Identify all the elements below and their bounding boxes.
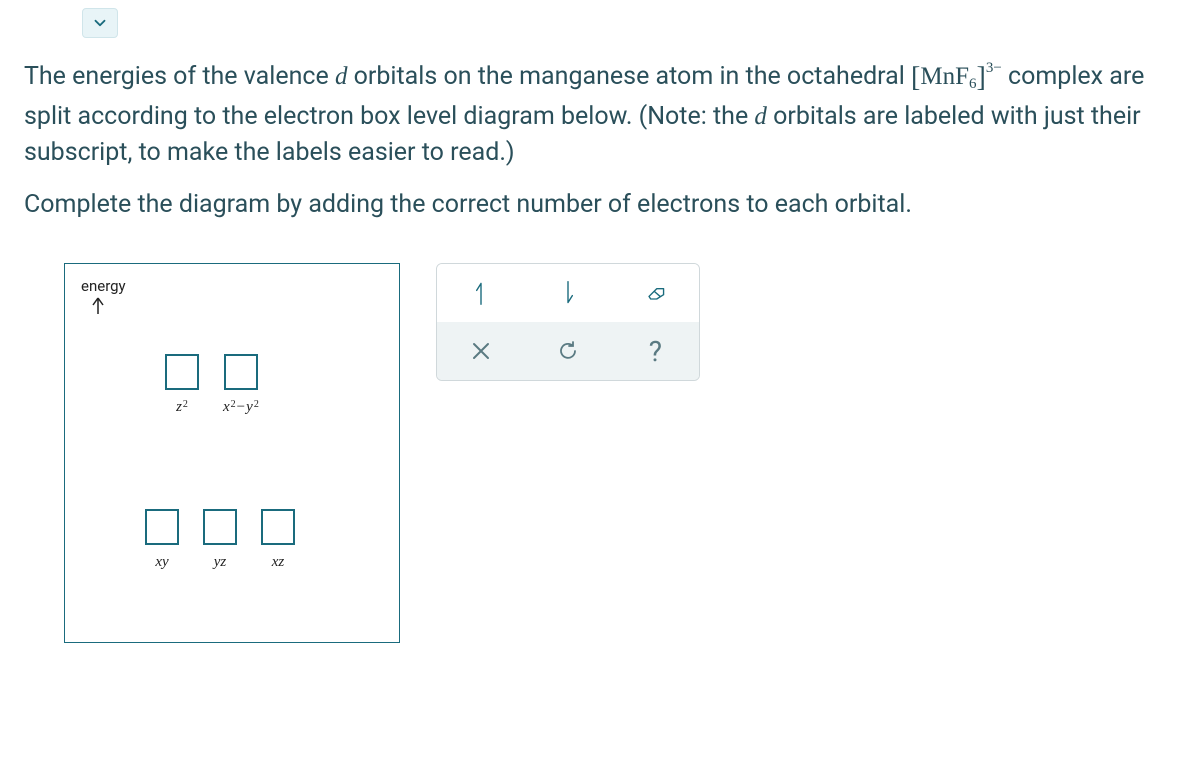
question-paragraph-1: The energies of the valence d orbitals o…: [24, 58, 1176, 171]
help-icon: ?: [649, 335, 662, 368]
orbital-box-xz[interactable]: [261, 509, 295, 545]
reset-button[interactable]: [524, 322, 611, 380]
energy-axis-label: energy: [81, 277, 126, 295]
orbital-label-xy: xy: [155, 551, 168, 571]
spin-up-icon: [469, 280, 493, 306]
eraser-button[interactable]: [612, 264, 699, 322]
orbital-label-x2y2: x2−y2: [223, 396, 259, 416]
action-tools-row: ?: [437, 322, 699, 380]
orbital-xy: xy: [145, 509, 179, 571]
orbital-label-yz: yz: [214, 551, 227, 571]
tools-panel: ?: [436, 263, 700, 381]
eraser-icon: [643, 280, 667, 306]
orbital-box-yz[interactable]: [203, 509, 237, 545]
eg-orbital-row: z2 x2−y2: [165, 354, 259, 416]
orbital-label-xz: xz: [272, 551, 285, 571]
orbital-z2: z2: [165, 354, 199, 416]
complex-formula: [MnF6]3−: [911, 63, 1002, 90]
orbital-x2y2: x2−y2: [223, 354, 259, 416]
orbital-box-xy[interactable]: [145, 509, 179, 545]
spin-up-button[interactable]: [437, 264, 524, 322]
clear-button[interactable]: [437, 322, 524, 380]
orbital-xz: xz: [261, 509, 295, 571]
close-icon: [469, 338, 493, 364]
t2g-orbital-row: xy yz xz: [145, 509, 295, 571]
spin-down-button[interactable]: [524, 264, 611, 322]
orbital-label-z2: z2: [176, 396, 188, 416]
orbital-box-z2[interactable]: [165, 354, 199, 390]
help-button[interactable]: ?: [612, 322, 699, 380]
collapse-toggle[interactable]: [82, 8, 118, 38]
reset-icon: [556, 338, 580, 364]
energy-arrow-icon: [91, 296, 105, 314]
question-paragraph-2: Complete the diagram by adding the corre…: [24, 187, 1176, 223]
electron-tools-row: [437, 264, 699, 322]
chevron-down-icon: [91, 14, 109, 32]
orbital-yz: yz: [203, 509, 237, 571]
spin-down-icon: [556, 280, 580, 306]
energy-diagram: energy z2 x2−y2 xy: [64, 263, 400, 643]
orbital-box-x2y2[interactable]: [224, 354, 258, 390]
